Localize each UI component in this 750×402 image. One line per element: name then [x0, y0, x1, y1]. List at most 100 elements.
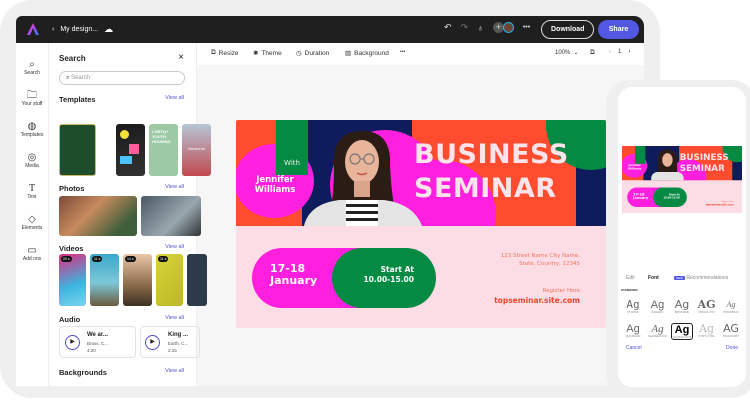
register-url[interactable]: topseminar.site.com: [494, 296, 580, 305]
more-options-button[interactable]: •••: [400, 49, 405, 55]
template-thumb[interactable]: LGBTQ+ YOUTH HOUSING: [149, 124, 178, 176]
event-date[interactable]: 17-18 January: [270, 263, 317, 287]
rail-item-templates[interactable]: ◍ Templates: [16, 114, 48, 144]
font-option[interactable]: Ag BRINSTEND: [671, 299, 693, 315]
font-option[interactable]: Ag STINT ULTRA: [696, 323, 718, 339]
address[interactable]: 123 Street Name City Name, State, Country…: [501, 252, 580, 268]
audio-title: King ...: [168, 332, 188, 338]
audio-card[interactable]: ▶ King ... Earth, C... 2:15: [140, 326, 200, 358]
photo-thumb[interactable]: [59, 196, 137, 236]
cloud-icon[interactable]: ☁: [104, 24, 113, 35]
pages-icon[interactable]: ⧉: [590, 49, 595, 57]
search-input[interactable]: ⌕ Search: [59, 71, 185, 85]
template-thumb[interactable]: [116, 124, 145, 176]
download-button[interactable]: Download: [541, 20, 595, 39]
rail-item-text[interactable]: T Text: [16, 176, 48, 206]
font-option[interactable]: Ag SOURCE SANS: [671, 323, 693, 340]
resize-button[interactable]: ⧉ Resize: [211, 49, 239, 57]
font-option[interactable]: AG STENCIL STD: [696, 299, 718, 315]
video-duration: 14 s: [125, 256, 136, 262]
font-option[interactable]: Ag PT MONO: [622, 299, 644, 315]
design-canvas[interactable]: With Jennifer Williams BUSINESS SEMINAR 17…: [236, 120, 606, 328]
media-icon: ◎: [27, 151, 37, 163]
seminar-title[interactable]: BUSINESS SEMINAR: [414, 138, 569, 206]
speaker-name[interactable]: Jennifer Williams: [236, 175, 314, 195]
rail-item-elements[interactable]: ◇ Elements: [16, 207, 48, 237]
rail-item-add-ons[interactable]: ▭ Add ons: [16, 238, 48, 268]
duration-button[interactable]: ◷ Duration: [296, 49, 330, 58]
play-icon[interactable]: ▶: [145, 335, 160, 350]
view-all-videos[interactable]: View all: [165, 244, 184, 250]
mini-url: topseminar.site.com: [705, 203, 734, 206]
search-icon: ⌕: [66, 75, 70, 81]
clock-icon: ◷: [296, 50, 302, 57]
tab-recommendations[interactable]: NEW Recommendations: [674, 275, 728, 281]
share-button[interactable]: Share: [598, 20, 639, 39]
photo-thumb[interactable]: [141, 196, 201, 236]
mini-date-month: January: [633, 195, 649, 201]
speaker-first-name: Jennifer: [256, 175, 294, 185]
palette-icon: ✺: [253, 50, 259, 57]
zoom-dropdown[interactable]: 100% ⌄: [555, 49, 578, 57]
redo-icon[interactable]: ↷: [461, 22, 469, 33]
text-icon: T: [28, 182, 36, 194]
view-all-backgrounds[interactable]: View all: [165, 368, 184, 374]
prev-page-icon[interactable]: ‹: [609, 49, 611, 55]
section-title-templates: Templates: [59, 95, 96, 104]
video-duration: 11 s: [92, 256, 103, 262]
font-sample: Ag: [650, 299, 665, 311]
speaker-last-name: Williams: [254, 185, 296, 195]
document-title[interactable]: My design...: [60, 26, 98, 33]
view-all-audio[interactable]: View all: [165, 315, 184, 321]
next-page-icon[interactable]: ›: [628, 49, 630, 55]
lightbulb-icon[interactable]: ♁: [477, 23, 484, 33]
tab-font[interactable]: Font: [648, 275, 659, 281]
cancel-button[interactable]: Cancel: [626, 345, 642, 351]
undo-icon[interactable]: ↶: [444, 22, 452, 33]
event-time[interactable]: Start At 10.00-15.00: [346, 265, 414, 285]
font-option[interactable]: Ag SEAWEED SCR: [647, 323, 669, 338]
view-all-photos[interactable]: View all: [165, 184, 184, 190]
avatar[interactable]: [502, 22, 514, 33]
rail-item-search[interactable]: ⌕ Search: [16, 52, 48, 82]
video-thumb[interactable]: 11 s: [90, 254, 119, 306]
video-thumb[interactable]: [187, 254, 207, 306]
view-all-templates[interactable]: View all: [165, 95, 184, 101]
rail-item-your-stuff[interactable]: 🗀 Your stuff: [16, 83, 48, 113]
video-thumb[interactable]: 20 s: [59, 254, 86, 306]
back-chevron-icon[interactable]: ‹: [52, 26, 54, 33]
adobe-express-logo[interactable]: [26, 22, 40, 36]
template-thumb[interactable]: Memorial: [182, 124, 211, 176]
more-icon[interactable]: •••: [523, 24, 530, 31]
play-icon[interactable]: ▶: [65, 335, 80, 350]
template-thumb[interactable]: [59, 124, 96, 176]
with-text[interactable]: With: [276, 159, 308, 167]
video-thumb[interactable]: 14 s: [123, 254, 152, 306]
background-button[interactable]: ▨ Background: [345, 49, 389, 58]
design-header: With Jennifer Williams BUSINESS SEMINAR: [236, 120, 606, 226]
tab-edit[interactable]: Edit: [626, 275, 635, 281]
font-option[interactable]: Ag RALEWAY: [647, 299, 669, 314]
time-range: 10.00-15.00: [363, 275, 414, 284]
title-line-2: SEMINAR: [414, 173, 557, 204]
title-line-1: BUSINESS: [414, 139, 569, 170]
theme-button[interactable]: ✺ Theme: [253, 49, 282, 58]
rail-item-media[interactable]: ◎ Media: [16, 145, 48, 175]
font-option[interactable]: Ag STORYBOOK: [720, 299, 742, 314]
font-option[interactable]: AG TRUE NORTH: [720, 323, 742, 339]
duration-label: Duration: [304, 49, 330, 57]
font-name: RALEWAY: [651, 311, 664, 314]
font-option[interactable]: Ag QUICKSAND: [622, 323, 644, 338]
mini-design[interactable]: Jennifer Williams BUSINESS SEMINAR 17-18 Ja…: [622, 146, 742, 213]
font-name: QUICKSAND: [625, 335, 641, 338]
close-icon[interactable]: ×: [178, 52, 184, 63]
register-label[interactable]: Register Here: [543, 288, 580, 294]
audio-card[interactable]: ▶ We ar... Brass, C... 4:20: [59, 326, 136, 358]
audio-artist: Brass, C...: [87, 341, 109, 346]
video-thumb[interactable]: 11 s: [156, 254, 183, 306]
theme-label: Theme: [261, 49, 282, 57]
recommendations-label: Recommendations: [686, 275, 729, 281]
font-name: SEAWEED SCR: [648, 335, 667, 338]
speaker-photo: [304, 131, 422, 226]
done-button[interactable]: Done: [726, 345, 738, 351]
